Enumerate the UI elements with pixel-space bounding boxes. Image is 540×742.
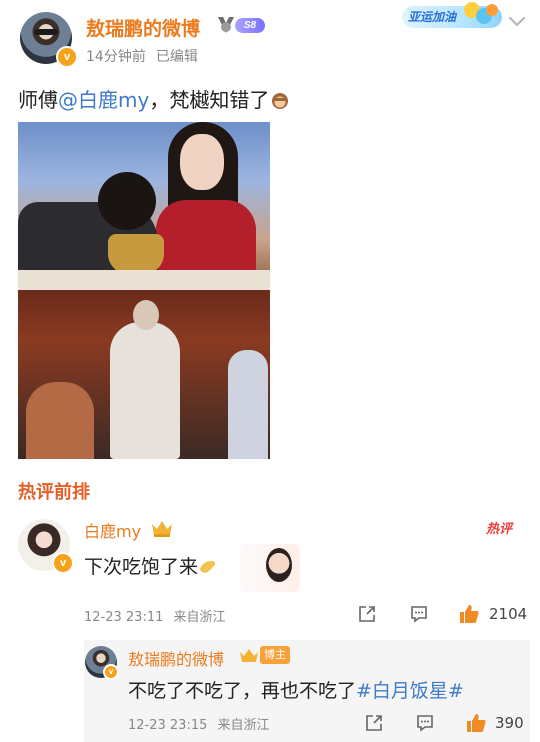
monkey-emoji-icon [272, 93, 289, 109]
crown-icon [152, 521, 172, 537]
commenter-avatar[interactable]: v [18, 519, 74, 574]
mention-link[interactable]: @白鹿my [58, 88, 149, 112]
topic-link[interactable]: #白月饭星# [356, 680, 464, 702]
post-time: 14分钟前 [86, 49, 146, 65]
medal-icon [240, 649, 258, 662]
hot-comments-title: 热评前排 [18, 482, 90, 503]
reply-author-avatar[interactable]: v [85, 646, 119, 680]
image-panel-bottom [18, 290, 270, 459]
reply-time: 12-23 23:15 [128, 718, 208, 733]
reply-text: 不吃了不吃了，再也不吃了#白月饭星# [128, 676, 464, 703]
image-panel-top [18, 122, 270, 290]
promo-banner[interactable]: 亚运加油 [402, 2, 502, 28]
blogger-tag: 博主 [260, 646, 290, 664]
share-icon[interactable] [357, 604, 377, 624]
medal-icon [218, 17, 234, 33]
comment-time: 12-23 23:11 [84, 610, 164, 625]
comment-sticker [240, 544, 300, 592]
post-image[interactable] [18, 122, 270, 459]
verified-v-icon: v [56, 46, 78, 68]
chevron-down-icon[interactable] [508, 16, 526, 28]
comment-icon[interactable] [415, 713, 435, 733]
promo-banner-text: 亚运加油 [408, 10, 457, 24]
reply-meta: 12-23 23:15 来自浙江 [128, 714, 270, 733]
verified-v-icon: v [103, 664, 119, 680]
share-icon[interactable] [364, 713, 384, 733]
hand-emoji-icon [200, 561, 216, 573]
reply-like-count: 390 [495, 714, 524, 732]
post-author-name[interactable]: 敖瑞鹏的微博 [86, 14, 200, 41]
comment-text-body: 下次吃饱了来 [84, 556, 199, 578]
commenter-name[interactable]: 白鹿my [84, 518, 141, 542]
like-icon[interactable] [465, 712, 487, 734]
like-icon[interactable] [458, 603, 480, 625]
post-meta: 14分钟前 已编辑 [86, 46, 198, 66]
comment-location: 来自浙江 [173, 610, 226, 625]
reply-author-name[interactable]: 敖瑞鹏的微博 [128, 646, 224, 670]
edited-label: 已编辑 [155, 49, 198, 65]
level-badge: S8 [235, 18, 265, 33]
comment-icon[interactable] [409, 604, 429, 624]
comment-text: 下次吃饱了来 [84, 552, 218, 579]
post-text: 师傅@白鹿my，梵樾知错了 [18, 84, 290, 113]
comment-meta: 12-23 23:11 来自浙江 [84, 606, 226, 625]
reply-location: 来自浙江 [217, 718, 270, 733]
verified-v-icon: v [52, 552, 74, 574]
hot-comment-tag: 热评 [486, 521, 513, 536]
post-text-after: ，梵樾知错了 [149, 88, 270, 112]
author-avatar[interactable]: v [20, 12, 78, 68]
comment-like-count: 2104 [489, 605, 528, 623]
post-text-before: 师傅 [18, 88, 58, 112]
reply-text-body: 不吃了不吃了，再也不吃了 [128, 680, 357, 702]
